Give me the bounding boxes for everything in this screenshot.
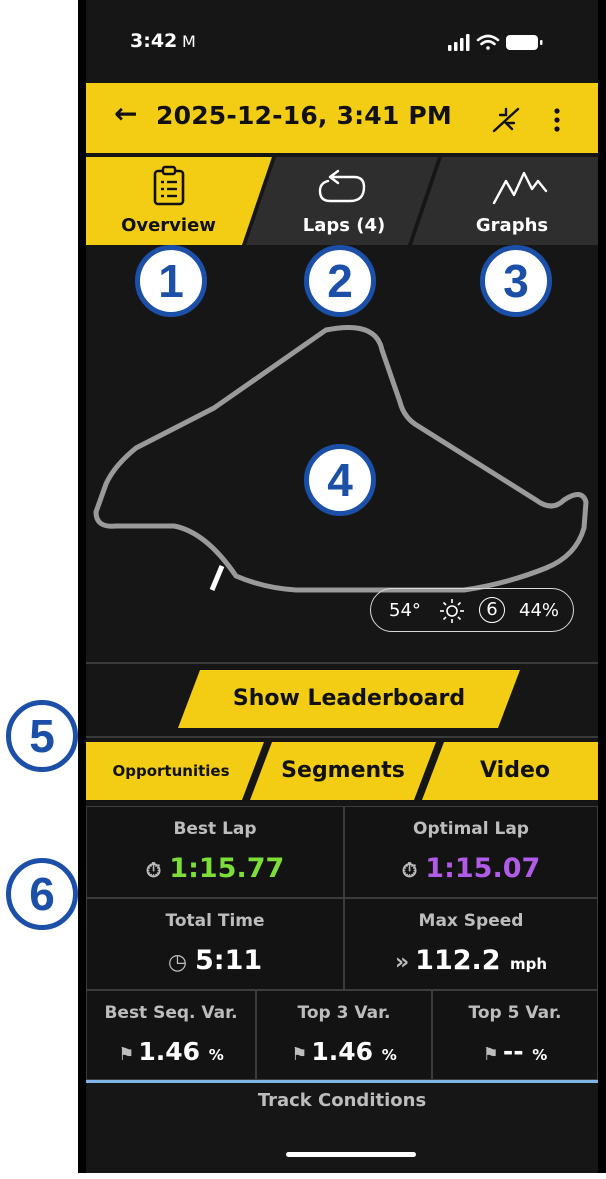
callout-2: 2 xyxy=(304,245,376,317)
status-time: 3:42 xyxy=(130,30,178,52)
total-time-label: Total Time xyxy=(165,911,265,931)
collapse-icon[interactable] xyxy=(490,105,522,135)
top5-var-label: Top 5 Var. xyxy=(468,1003,562,1023)
max-speed-value: 112.2 xyxy=(415,945,501,976)
best-lap-label: Best Lap xyxy=(173,819,257,839)
start-finish-line xyxy=(209,565,225,591)
tab-laps-label: Laps (4) xyxy=(302,215,386,236)
show-leaderboard-button[interactable]: Show Leaderboard xyxy=(178,670,520,728)
top5-var-value: -- xyxy=(502,1037,524,1066)
humidity: 44% xyxy=(519,600,560,621)
total-time-value: 5:11 xyxy=(195,945,263,976)
max-speed-unit: mph xyxy=(509,955,548,973)
callout-1: 1 xyxy=(135,245,207,317)
clipboard-icon xyxy=(153,165,185,206)
wind-indicator: 6 xyxy=(479,597,505,623)
more-options-icon[interactable] xyxy=(552,107,562,133)
top3-var-label: Top 3 Var. xyxy=(297,1003,391,1023)
top-app-bar: ← 2025-12-16, 3:41 PM xyxy=(86,83,598,153)
battery-icon xyxy=(506,35,543,50)
subtab-opportunities[interactable]: Opportunities xyxy=(86,742,256,800)
stopwatch-icon: ⏱ xyxy=(145,858,162,882)
track-conditions-label: Track Conditions xyxy=(257,1090,427,1111)
wifi-icon xyxy=(476,34,500,50)
top3-var-value: 1.46 xyxy=(311,1037,374,1066)
scroll-indicator-line xyxy=(86,1080,598,1083)
best-seq-var-value: 1.46 xyxy=(138,1037,201,1066)
mail-status-icon: M xyxy=(182,32,196,51)
signal-icon xyxy=(448,34,470,51)
checkered-flag-icon: ⚑ xyxy=(118,1044,135,1065)
phone-frame: 3:42 M ← 2025-12-16, 3:41 PM Overview La… xyxy=(78,0,606,1173)
divider xyxy=(86,662,598,664)
best-lap-cell: Best Lap ⏱ 1:15.77 xyxy=(86,806,344,898)
callout-5: 5 xyxy=(6,700,78,772)
best-seq-var-unit: % xyxy=(208,1046,224,1064)
subtab-segments[interactable]: Segments xyxy=(258,742,428,800)
back-arrow-icon[interactable]: ← xyxy=(114,97,137,130)
tab-graphs-label: Graphs xyxy=(475,215,549,236)
callout-3: 3 xyxy=(480,245,552,317)
temperature: 54° xyxy=(389,600,421,621)
weather-pill: 54° 6 44% xyxy=(370,588,574,632)
tab-overview[interactable]: Overview xyxy=(86,157,251,245)
tab-graphs[interactable]: Graphs xyxy=(426,157,598,245)
top5-var-unit: % xyxy=(532,1046,548,1064)
optimal-lap-label: Optimal Lap xyxy=(413,819,529,839)
wind-value: 6 xyxy=(486,599,498,620)
best-seq-var-cell: Best Seq. Var. ⚑ 1.46 % xyxy=(86,990,256,1080)
status-icons xyxy=(448,34,543,51)
best-seq-var-label: Best Seq. Var. xyxy=(104,1003,238,1023)
max-speed-cell: Max Speed » 112.2 mph xyxy=(344,898,598,990)
top3-flag-icon: ⚑ xyxy=(291,1044,308,1065)
optimal-lap-cell: Optimal Lap ⏱ 1:15.07 xyxy=(344,806,598,898)
total-time-cell: Total Time ◷ 5:11 xyxy=(86,898,344,990)
top3-var-unit: % xyxy=(381,1046,397,1064)
home-indicator[interactable] xyxy=(286,1152,416,1157)
top3-var-cell: Top 3 Var. ⚑ 1.46 % xyxy=(256,990,432,1080)
top5-var-cell: Top 5 Var. ⚑ -- % xyxy=(432,990,598,1080)
tab-laps[interactable]: Laps (4) xyxy=(258,157,430,245)
callout-6: 6 xyxy=(6,858,78,930)
max-speed-label: Max Speed xyxy=(418,911,524,931)
graph-line-icon xyxy=(492,171,548,205)
optimal-lap-value: 1:15.07 xyxy=(425,853,541,884)
callout-4: 4 xyxy=(304,444,376,516)
app-screen: 3:42 M ← 2025-12-16, 3:41 PM Overview La… xyxy=(86,0,598,1173)
best-lap-value: 1:15.77 xyxy=(169,853,285,884)
divider xyxy=(86,736,598,738)
sun-icon xyxy=(440,599,464,623)
lap-loop-icon xyxy=(318,169,366,203)
speed-chevrons-icon: » xyxy=(394,950,410,975)
subtab-video[interactable]: Video xyxy=(432,742,598,800)
clock-icon: ◷ xyxy=(167,950,188,975)
tab-overview-label: Overview xyxy=(121,215,216,236)
session-title: 2025-12-16, 3:41 PM xyxy=(156,101,452,130)
top5-flag-icon: ⚑ xyxy=(482,1044,499,1065)
optimal-stopwatch-icon: ⏱ xyxy=(401,858,418,882)
